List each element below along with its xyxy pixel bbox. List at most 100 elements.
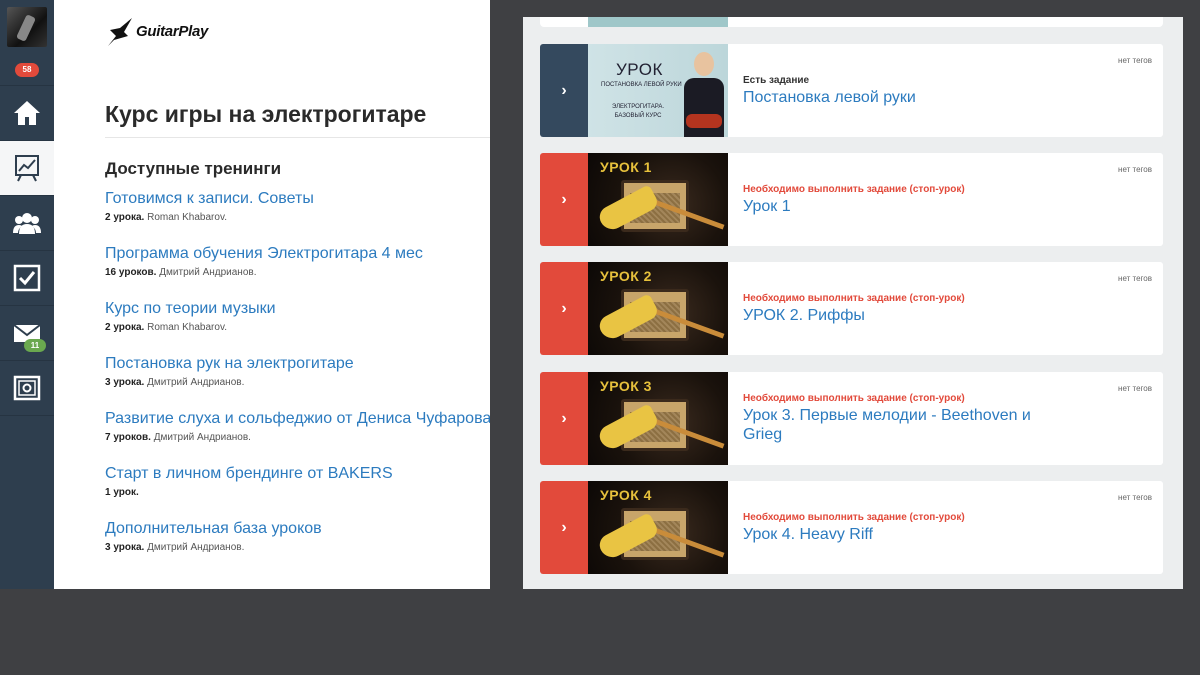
lesson-status: Необходимо выполнить задание (стоп-урок) (743, 393, 965, 404)
training-meta: 16 уроков. Дмитрий Андрианов. (105, 267, 423, 278)
trainings-panel: GuitarPlay Курс игры на электрогитаре До… (54, 0, 490, 589)
lesson-card[interactable]: › УРОК ПОСТАНОВКА ЛЕВОЙ РУКИ ЭЛЕКТРОГИТА… (540, 44, 1163, 137)
thumbnail-course-line2: БАЗОВЫЙ КУРС (614, 113, 662, 119)
training-count: 2 урока. (105, 322, 145, 333)
chevron-right-icon[interactable]: › (540, 44, 588, 137)
lesson-card[interactable]: › УРОК 1 нет тегов Необходимо выполнить … (540, 153, 1163, 246)
lesson-tags: нет тегов (1118, 384, 1152, 393)
section-title: Доступные тренинги (105, 159, 282, 178)
training-count: 3 урока. (105, 542, 145, 553)
thumbnail-subcaption: ПОСТАНОВКА ЛЕВОЙ РУКИ (601, 82, 682, 88)
sidebar: 58 11 (0, 0, 54, 589)
training-count: 16 уроков. (105, 267, 157, 278)
training-meta: 3 урока. Дмитрий Андрианов. (105, 542, 322, 553)
lesson-card[interactable]: › УРОК 4 нет тегов Необходимо выполнить … (540, 481, 1163, 574)
training-author: Roman Khabarov. (147, 322, 227, 333)
chart-board-icon (15, 155, 39, 182)
training-meta: 2 урока. Roman Khabarov. (105, 212, 314, 223)
lesson-title[interactable]: Урок 3. Первые мелодии - Beethoven и Gri… (743, 406, 1073, 444)
training-meta: 2 урока. Roman Khabarov. (105, 322, 276, 333)
sidebar-item-messages[interactable]: 11 (0, 305, 54, 360)
avatar[interactable] (7, 7, 47, 47)
lesson-title[interactable]: Урок 1 (743, 197, 1073, 216)
training-link[interactable]: Дополнительная база уроков (105, 519, 322, 539)
training-meta: 3 урока. Дмитрий Андрианов. (105, 377, 354, 388)
training-item: Развитие слуха и сольфеджио от Дениса Чу… (105, 409, 490, 443)
training-item: Постановка рук на электрогитаре 3 урока.… (105, 354, 354, 388)
safe-icon (13, 375, 41, 401)
thumbnail-course-line1: ЭЛЕКТРОГИТАРА. (612, 104, 665, 110)
thumbnail-caption: УРОК 3 (600, 378, 652, 394)
guitar-logo-icon (108, 18, 132, 46)
training-count: 1 урок. (105, 487, 139, 498)
chevron-right-icon[interactable]: › (540, 153, 588, 246)
logo[interactable]: GuitarPlay (106, 16, 208, 52)
training-link[interactable]: Постановка рук на электрогитаре (105, 354, 354, 374)
training-item: Программа обучения Электрогитара 4 мес 1… (105, 244, 423, 278)
training-link[interactable]: Готовимся к записи. Советы (105, 189, 314, 209)
training-item: Курс по теории музыки 2 урока. Roman Kha… (105, 299, 276, 333)
training-meta: 1 урок. (105, 487, 393, 498)
sidebar-item-trainings[interactable] (0, 140, 54, 195)
lesson-card[interactable]: › УРОК 3 нет тегов Необходимо выполнить … (540, 372, 1163, 465)
sidebar-item-home[interactable] (0, 85, 54, 140)
logo-text: GuitarPlay (136, 22, 209, 40)
training-count: 3 урока. (105, 377, 145, 388)
sidebar-item-users[interactable] (0, 195, 54, 250)
training-author: Дмитрий Андрианов. (159, 267, 257, 278)
lesson-thumbnail: УРОК 1 (588, 153, 728, 246)
training-count: 2 урока. (105, 212, 145, 223)
training-count: 7 уроков. (105, 432, 151, 443)
training-link[interactable]: Развитие слуха и сольфеджио от Дениса Чу… (105, 409, 490, 429)
lesson-status: Необходимо выполнить задание (стоп-урок) (743, 293, 965, 304)
lessons-panel: › УРОК ПОСТАНОВКА ЛЕВОЙ РУКИ ЭЛЕКТРОГИТА… (523, 17, 1183, 589)
sidebar-item-safe[interactable] (0, 360, 54, 415)
lesson-thumbnail: УРОК 4 (588, 481, 728, 574)
lesson-thumbnail (588, 17, 728, 27)
notification-badge[interactable]: 58 (15, 63, 39, 77)
thumbnail-caption: УРОК 1 (600, 159, 652, 175)
sidebar-divider (0, 415, 54, 416)
lesson-thumbnail: УРОК 2 (588, 262, 728, 355)
thumbnail-caption: УРОК 2 (600, 268, 652, 284)
lesson-tags: нет тегов (1118, 56, 1152, 65)
lesson-tags: нет тегов (1118, 165, 1152, 174)
checkbox-icon (13, 264, 41, 292)
lesson-thumbnail: УРОК ПОСТАНОВКА ЛЕВОЙ РУКИ ЭЛЕКТРОГИТАРА… (588, 44, 728, 137)
lesson-status: Необходимо выполнить задание (стоп-урок) (743, 512, 965, 523)
lesson-status: Необходимо выполнить задание (стоп-урок) (743, 184, 965, 195)
training-author: Дмитрий Андрианов. (147, 377, 245, 388)
chevron-right-icon[interactable]: › (540, 481, 588, 574)
sidebar-item-tasks[interactable] (0, 250, 54, 305)
title-divider (105, 137, 490, 138)
lesson-title[interactable]: УРОК 2. Риффы (743, 306, 1073, 325)
thumbnail-course-label: ЭЛЕКТРОГИТАРА. БАЗОВЫЙ КУРС (612, 103, 664, 121)
thumbnail-caption: УРОК 4 (600, 487, 652, 503)
page-title: Курс игры на электрогитаре (105, 101, 427, 127)
training-item: Дополнительная база уроков 3 урока. Дмит… (105, 519, 322, 553)
chevron-right-icon[interactable]: › (540, 372, 588, 465)
lesson-title[interactable]: Урок 4. Heavy Riff (743, 525, 1073, 544)
chevron-right-icon[interactable]: › (540, 262, 588, 355)
training-author: Дмитрий Андрианов. (153, 432, 251, 443)
training-author: Дмитрий Андрианов. (147, 542, 245, 553)
training-link[interactable]: Программа обучения Электрогитара 4 мес (105, 244, 423, 264)
training-item: Старт в личном брендинге от BAKERS 1 уро… (105, 464, 393, 498)
lesson-card-partial[interactable] (540, 17, 1163, 27)
training-meta: 7 уроков. Дмитрий Андрианов. (105, 432, 490, 443)
instructor-image (684, 52, 724, 137)
training-item: Готовимся к записи. Советы 2 урока. Roma… (105, 189, 314, 223)
training-link[interactable]: Старт в личном брендинге от BAKERS (105, 464, 393, 484)
lesson-card[interactable]: › УРОК 2 нет тегов Необходимо выполнить … (540, 262, 1163, 355)
lesson-thumbnail: УРОК 3 (588, 372, 728, 465)
lesson-tags: нет тегов (1118, 274, 1152, 283)
users-icon (13, 213, 41, 234)
home-icon (14, 101, 40, 125)
thumbnail-caption: УРОК (616, 60, 663, 79)
lesson-tags: нет тегов (1118, 493, 1152, 502)
lesson-title[interactable]: Постановка левой руки (743, 88, 1073, 107)
lesson-status: Есть задание (743, 75, 810, 86)
training-author: Roman Khabarov. (147, 212, 227, 223)
training-link[interactable]: Курс по теории музыки (105, 299, 276, 319)
mail-badge: 11 (24, 339, 46, 352)
